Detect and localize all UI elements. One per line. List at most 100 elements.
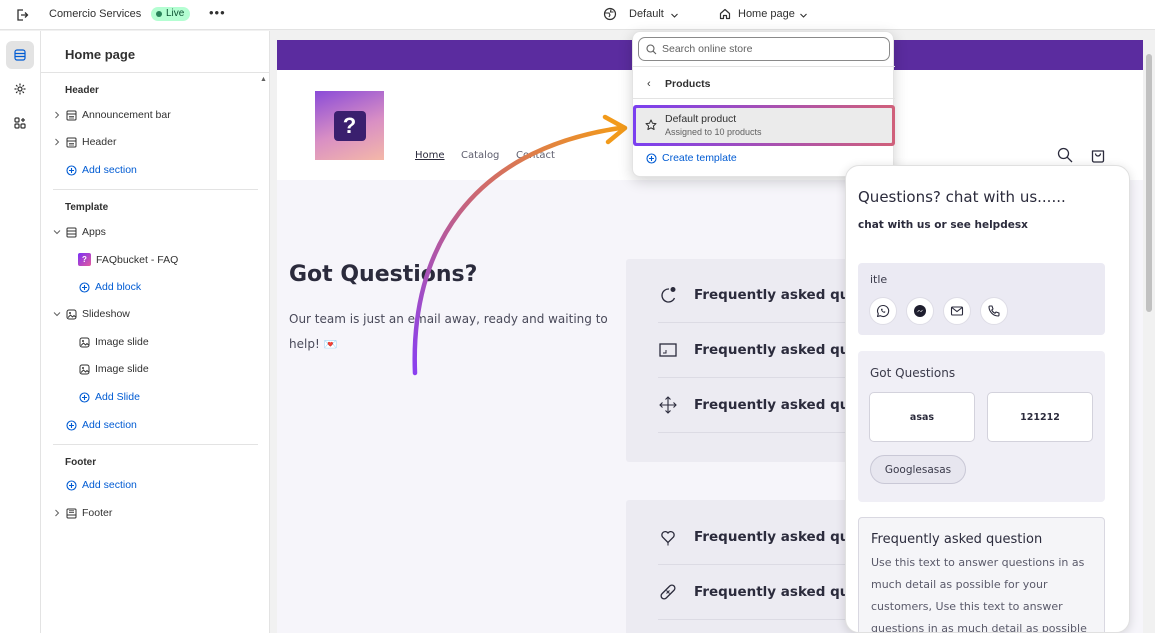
back-chevron-icon[interactable]: ‹	[647, 78, 651, 90]
block-image-slide[interactable]: Image slide	[79, 363, 149, 375]
block-faqbucket[interactable]: ? FAQbucket - FAQ	[78, 253, 178, 266]
cart-icon[interactable]	[1090, 147, 1106, 163]
store-logo[interactable]: ?	[315, 91, 384, 160]
search-field[interactable]	[638, 37, 890, 61]
image-icon	[79, 364, 90, 374]
add-section-button[interactable]: Add section	[66, 479, 137, 491]
chat-faq-box[interactable]: Frequently asked question Use this text …	[858, 517, 1105, 632]
add-slide-label: Add Slide	[95, 391, 140, 403]
divider	[53, 444, 258, 445]
faq-item[interactable]: Frequently asked que	[658, 378, 858, 433]
chevron-right-icon	[55, 509, 60, 517]
products-category[interactable]: Products	[665, 78, 711, 90]
messenger-icon[interactable]	[906, 297, 934, 325]
add-block-button[interactable]: Add block	[79, 281, 141, 293]
contact-channels-box: itle	[858, 263, 1105, 335]
quick-link-pill[interactable]: Googlesasas	[870, 455, 966, 484]
add-section-label: Add section	[82, 164, 137, 176]
section-label: Announcement bar	[82, 109, 171, 121]
footer-layout-icon	[66, 508, 77, 518]
add-section-button[interactable]: Add section	[66, 164, 137, 176]
block-label: Image slide	[95, 336, 149, 348]
faq-question: Frequently asked que	[694, 529, 858, 545]
section-label: Apps	[82, 226, 106, 238]
section-label: Header	[82, 136, 117, 148]
chevron-down-icon	[670, 11, 679, 20]
preview-scrollbar[interactable]	[1143, 40, 1155, 633]
divider	[53, 189, 258, 190]
chat-faq-title: Frequently asked question	[871, 532, 1043, 547]
faq-item[interactable]: Frequently asked que	[658, 323, 858, 378]
theme-settings-rail-button[interactable]	[6, 75, 34, 103]
scroll-up-icon[interactable]: ▲	[260, 76, 267, 83]
search-icon[interactable]	[1057, 147, 1073, 163]
chevron-down-icon	[53, 230, 61, 235]
section-header[interactable]: Header	[53, 136, 116, 148]
create-template-label: Create template	[662, 152, 737, 164]
divider	[633, 66, 895, 67]
chat-bubble-icon	[661, 287, 676, 303]
search-input[interactable]	[662, 43, 872, 55]
chat-title: Questions? chat with us......	[858, 188, 1066, 206]
store-name: Comercio Services	[49, 8, 142, 20]
plus-circle-icon	[79, 281, 90, 293]
block-label: Image slide	[95, 363, 149, 375]
faq-question: Frequently asked que	[694, 397, 858, 413]
template-dropdown: ‹ Products Default product Assigned to 1…	[632, 31, 895, 177]
heart-icon: 💌	[323, 338, 338, 351]
divider	[633, 98, 895, 99]
section-slideshow[interactable]: Slideshow	[53, 308, 130, 320]
add-section-button[interactable]: Add section	[66, 419, 137, 431]
apps-icon	[14, 117, 26, 129]
chevron-right-icon	[55, 111, 60, 119]
chevron-right-icon	[55, 138, 60, 146]
quick-link-tile[interactable]: asas	[869, 392, 975, 442]
phone-icon[interactable]	[980, 297, 1008, 325]
faq-item[interactable]: Frequently asked que	[658, 565, 858, 620]
top-bar: Comercio Services Live ••• Default Home …	[0, 0, 1155, 30]
nav-link-home[interactable]: Home	[415, 150, 445, 161]
option-subtitle: Assigned to 10 products	[665, 127, 762, 137]
sections-rail-button[interactable]	[6, 41, 34, 69]
section-layout-icon	[66, 137, 77, 147]
more-actions-button[interactable]: •••	[209, 5, 226, 20]
chevron-down-icon	[53, 312, 61, 317]
section-apps[interactable]: Apps	[53, 226, 106, 238]
section-layout-icon	[66, 227, 77, 237]
chat-widget: Questions? chat with us...... chat with …	[845, 165, 1130, 633]
faq-question: Frequently asked que	[694, 287, 858, 303]
sections-sidebar: Home page ▲ Header Announcement bar Head…	[41, 31, 270, 633]
chevron-down-icon	[799, 11, 808, 20]
faq-card: Frequently asked que Frequently asked qu…	[626, 500, 866, 633]
sections-icon	[14, 49, 26, 61]
block-label: FAQbucket - FAQ	[96, 253, 179, 266]
page-selector[interactable]: Home page	[738, 8, 795, 20]
quick-link-tile[interactable]: 121212	[987, 392, 1093, 442]
move-arrows-icon	[659, 396, 677, 414]
nav-link-catalog[interactable]: Catalog	[461, 150, 499, 161]
faq-item[interactable]: Frequently asked que	[658, 510, 858, 565]
image-icon	[79, 337, 90, 347]
question-bubble-icon: ?	[333, 110, 366, 141]
faq-card: Frequently asked que Frequently asked qu…	[626, 259, 866, 462]
chat-subtitle: chat with us or see helpdesx	[858, 219, 1028, 231]
section-layout-icon	[66, 110, 77, 120]
section-announcement-bar[interactable]: Announcement bar	[53, 109, 171, 121]
add-slide-button[interactable]: Add Slide	[79, 391, 140, 403]
section-footer[interactable]: Footer	[53, 507, 112, 519]
block-image-slide[interactable]: Image slide	[79, 336, 149, 348]
exit-icon[interactable]	[14, 7, 30, 23]
faqbucket-app-icon: ?	[78, 253, 91, 266]
sidebar-title: Home page	[65, 47, 136, 62]
template-group-heading: Template	[65, 202, 109, 213]
theme-selector[interactable]: Default	[629, 8, 664, 20]
create-template-button[interactable]: Create template	[646, 152, 737, 164]
scrollbar-thumb[interactable]	[1146, 54, 1152, 312]
live-label: Live	[166, 8, 185, 19]
apps-rail-button[interactable]	[6, 109, 34, 137]
nav-link-contact[interactable]: Contact	[516, 150, 555, 161]
email-icon[interactable]	[943, 297, 971, 325]
channels-label: itle	[870, 273, 888, 286]
faq-item[interactable]: Frequently asked que	[658, 268, 858, 323]
whatsapp-icon[interactable]	[869, 297, 897, 325]
